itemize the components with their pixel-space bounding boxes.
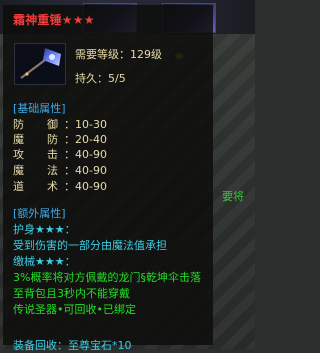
stat-row: 攻击：40-90 — [13, 148, 107, 161]
extra-line: 护身★★★： — [13, 223, 76, 236]
extra-line: 缴械★★★： — [13, 255, 76, 268]
item-tooltip: 霜神重锤★★★ 需要等级：129级 持久：5/5 [基础属性] 防御：10-30… — [3, 5, 213, 352]
stat-row: 魔防：20-40 — [13, 133, 107, 146]
basic-attributes-header: [基础属性] — [13, 102, 66, 115]
npc-side-label: 要将 — [222, 190, 244, 203]
extra-attributes-header: [额外属性] — [13, 207, 66, 220]
stat-row: 道术：40-90 — [13, 180, 107, 193]
hammer-weapon-icon — [14, 43, 66, 85]
extra-line: 至背包且3秒内不能穿戴 — [13, 287, 130, 300]
stat-row: 防御：10-30 — [13, 118, 107, 131]
required-level: 需要等级：129级 — [75, 48, 162, 61]
item-title: 霜神重锤★★★ — [13, 13, 95, 27]
extra-line: 3%概率将对方佩戴的龙门§乾坤伞击落 — [13, 271, 201, 284]
extra-line: 受到伤害的一部分由魔法值承担 — [13, 239, 167, 252]
stat-row: 魔法：40-90 — [13, 164, 107, 177]
extra-line: 传说圣器•可回收•已绑定 — [13, 303, 136, 316]
durability: 持久：5/5 — [75, 72, 126, 85]
recycle-info: 装备回收：至尊宝石*10 — [13, 339, 132, 352]
